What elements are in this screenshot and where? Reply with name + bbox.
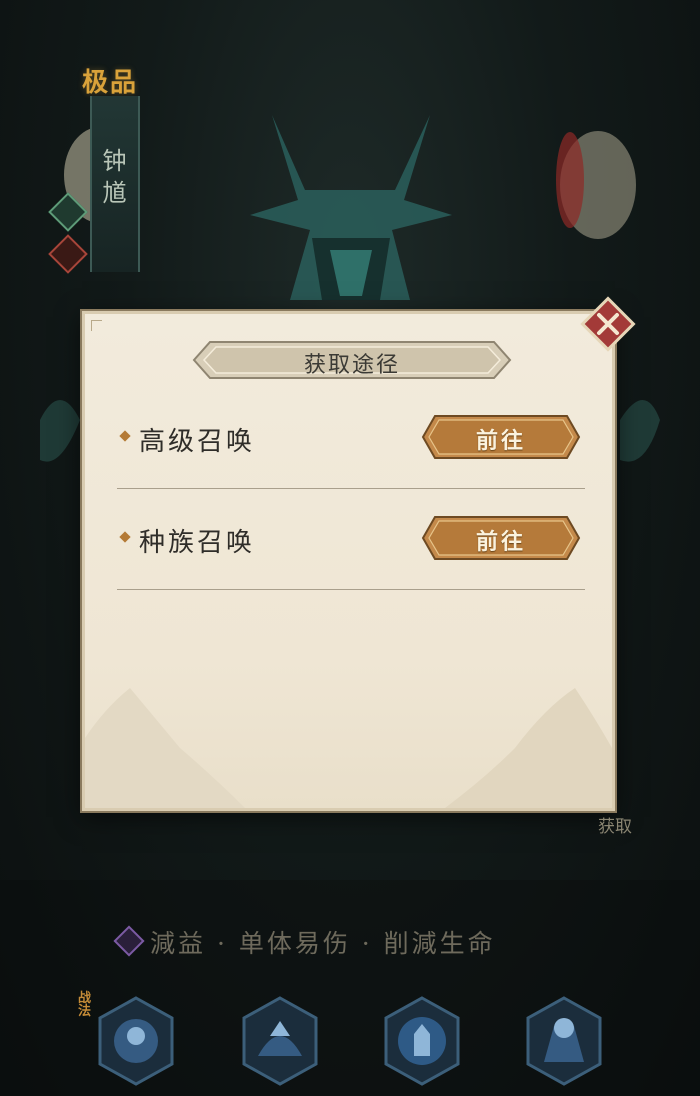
source-label: 种族召唤	[139, 528, 256, 558]
source-row: 种族召唤 前往	[117, 490, 585, 590]
go-button-label: 前往	[475, 428, 526, 454]
skill-4-icon[interactable]	[524, 996, 604, 1086]
skill-2-icon[interactable]	[240, 996, 320, 1086]
source-row: 高级召唤 前往	[117, 389, 585, 489]
skill-1-icon[interactable]	[96, 996, 176, 1086]
rank-badge: 极品	[82, 68, 139, 98]
close-icon	[580, 296, 636, 352]
bullet-icon	[119, 430, 131, 442]
mountain-watermark	[85, 688, 612, 808]
skill-3-icon[interactable]	[382, 996, 462, 1086]
dialog-title-text: 获取途径	[303, 353, 400, 378]
go-button-race-summon[interactable]: 前往	[421, 515, 581, 561]
corner-ornament	[91, 320, 102, 331]
traits-text: 減益 · 单体易伤 · 削減生命	[150, 929, 496, 958]
bullet-icon	[119, 531, 131, 543]
go-button-advanced-summon[interactable]: 前往	[421, 414, 581, 460]
acquire-side-label[interactable]: 获取	[598, 818, 638, 836]
skill-type-badge: 战法	[78, 991, 92, 1019]
source-label: 高级召唤	[139, 427, 256, 457]
hero-name-banner: 钟馗	[90, 96, 140, 272]
acquire-dialog: 获取途径 高级召唤 前往 种族召唤 前往	[82, 311, 615, 811]
row-divider	[117, 488, 585, 489]
row-divider	[117, 589, 585, 590]
hero-name: 钟馗	[98, 148, 126, 212]
go-button-label: 前往	[475, 529, 526, 555]
dialog-title: 获取途径	[192, 340, 512, 380]
close-button[interactable]	[580, 296, 636, 352]
